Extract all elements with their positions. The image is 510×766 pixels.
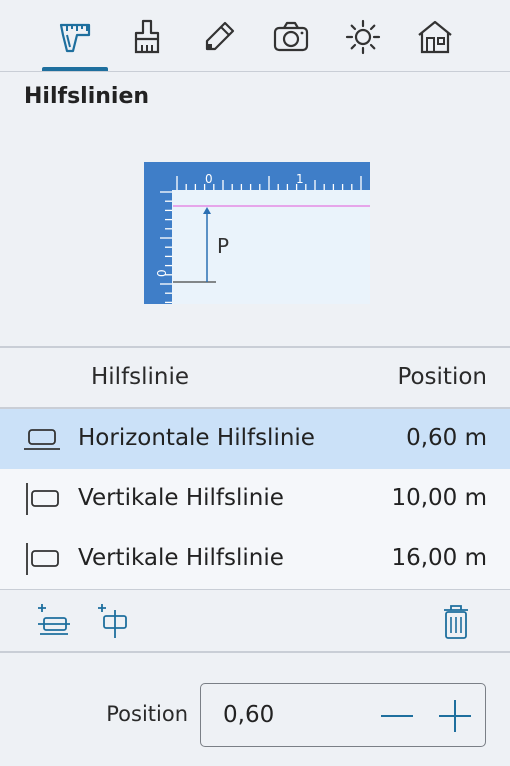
guide-name: Vertikale Hilfslinie	[78, 485, 284, 511]
guide-actions	[0, 590, 510, 652]
horizontal-guide-icon	[24, 429, 60, 450]
divider	[0, 651, 510, 653]
add-horizontal-guide-icon[interactable]	[34, 602, 74, 642]
tab-brush[interactable]	[124, 14, 170, 60]
tool-tabs	[0, 0, 510, 72]
point-label: P	[217, 234, 229, 258]
guide-name: Horizontale Hilfslinie	[78, 425, 315, 451]
camera-icon	[273, 21, 309, 52]
guide-name: Vertikale Hilfslinie	[78, 545, 284, 571]
add-vertical-guide-icon[interactable]	[94, 602, 134, 642]
ruler-top	[144, 162, 370, 190]
tab-guides[interactable]	[52, 14, 98, 60]
tab-camera[interactable]	[268, 14, 314, 60]
list-header: Hilfslinie Position	[0, 348, 510, 408]
vertical-guide-icon	[26, 483, 59, 515]
ruler-top-label-0: 0	[205, 172, 213, 186]
ruler-top-label-1: 1	[296, 172, 304, 186]
ruler-left	[144, 162, 172, 304]
column-header-position: Position	[397, 364, 487, 390]
trash-icon[interactable]	[436, 602, 476, 642]
vertical-guide-icon	[26, 543, 59, 575]
house-icon	[418, 20, 452, 54]
guide-position: 10,00 m	[391, 485, 487, 511]
section-title: Hilfslinien	[24, 84, 150, 109]
column-header-guide: Hilfslinie	[91, 364, 190, 390]
tab-house[interactable]	[412, 14, 458, 60]
guide-row[interactable]: Vertikale Hilfslinie 10,00 m	[0, 469, 510, 529]
guide-row[interactable]: Horizontale Hilfslinie 0,60 m	[0, 409, 510, 469]
guide-diagram: P 0 1 0	[144, 162, 370, 304]
guide-position: 0,60 m	[406, 425, 487, 451]
guide-position: 16,00 m	[391, 545, 487, 571]
tab-lighting[interactable]	[340, 14, 386, 60]
guide-row[interactable]: Vertikale Hilfslinie 16,00 m	[0, 529, 510, 589]
ruler-caliper-icon	[59, 23, 91, 53]
plus-icon[interactable]	[435, 696, 475, 736]
position-stepper	[200, 683, 486, 747]
pencil-icon	[205, 21, 235, 51]
brush-icon	[134, 19, 160, 54]
position-label: Position	[106, 702, 188, 726]
tab-pencil[interactable]	[196, 14, 242, 60]
minus-icon[interactable]	[377, 696, 417, 736]
sun-icon	[345, 19, 381, 55]
selected-tab-indicator	[42, 67, 108, 71]
ruler-left-label-0: 0	[155, 269, 169, 277]
position-input[interactable]	[223, 698, 363, 732]
